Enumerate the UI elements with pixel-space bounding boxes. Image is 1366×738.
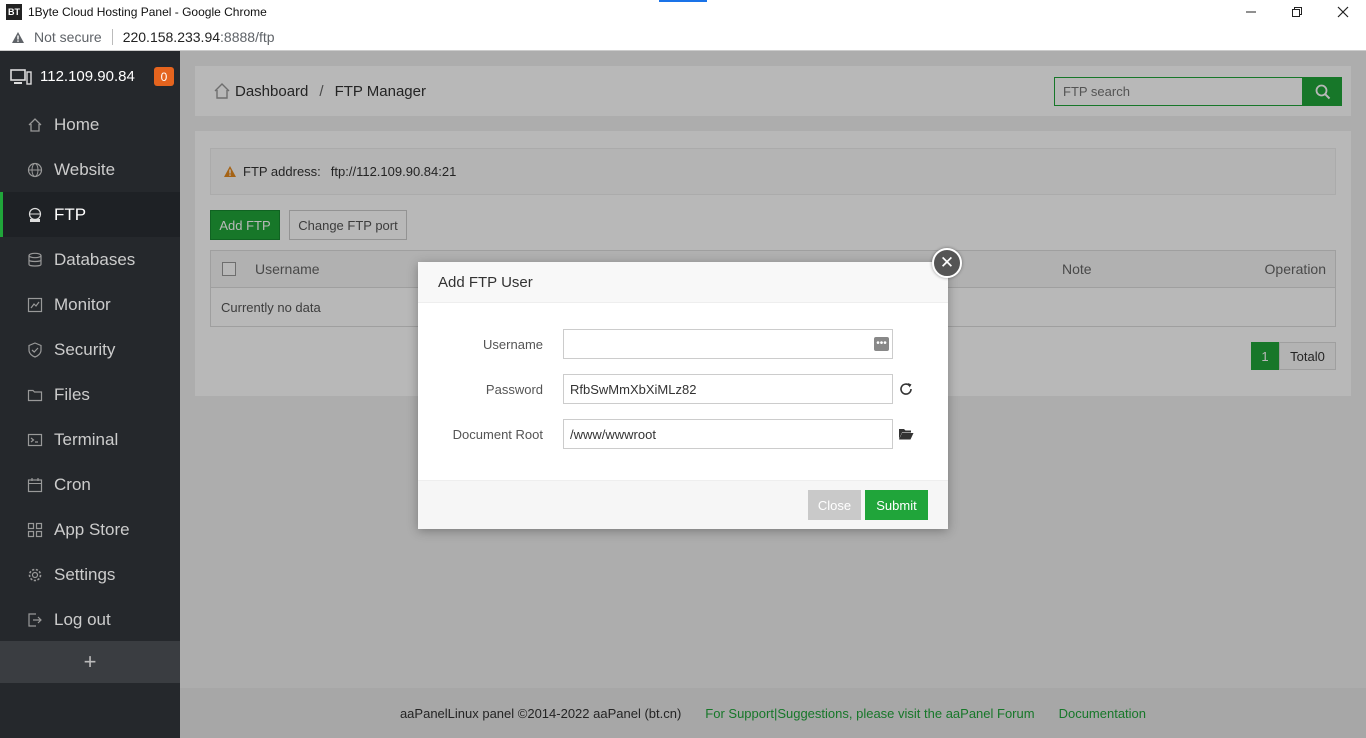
- globe-icon: [27, 162, 43, 178]
- password-input[interactable]: [563, 374, 893, 404]
- terminal-icon: [27, 432, 43, 448]
- submit-button[interactable]: Submit: [865, 490, 928, 520]
- sidebar-item-cron[interactable]: Cron: [0, 462, 180, 507]
- server-icon: [10, 68, 32, 86]
- sidebar-item-website[interactable]: Website: [0, 147, 180, 192]
- url-path[interactable]: :8888/ftp: [220, 29, 275, 45]
- sidebar-item-label: Settings: [54, 564, 116, 584]
- sidebar-item-label: Security: [54, 339, 116, 359]
- sidebar-item-security[interactable]: Security: [0, 327, 180, 372]
- window-controls: [1228, 0, 1366, 24]
- close-icon[interactable]: [1320, 0, 1366, 24]
- warning-icon[interactable]: [10, 29, 26, 45]
- sidebar-item-label: Files: [54, 384, 90, 404]
- sidebar-item-label: Cron: [54, 474, 91, 494]
- gear-icon: [27, 567, 43, 583]
- sidebar-item-logout[interactable]: Log out: [0, 597, 180, 642]
- username-input[interactable]: [563, 329, 893, 359]
- server-header: 112.109.90.84: [0, 51, 180, 102]
- url-host[interactable]: 220.158.233.94: [123, 29, 220, 45]
- server-ip: 112.109.90.84: [40, 68, 135, 85]
- dialog-title: Add FTP User: [418, 262, 948, 303]
- sidebar-item-home[interactable]: Home: [0, 102, 180, 147]
- password-row: Password: [418, 374, 948, 404]
- app-logo: BT: [6, 4, 22, 20]
- sidebar-item-databases[interactable]: Databases: [0, 237, 180, 282]
- folder-icon: [27, 387, 43, 403]
- calendar-icon: [27, 477, 43, 493]
- sidebar-item-settings[interactable]: Settings: [0, 552, 180, 597]
- document-root-row: Document Root: [418, 419, 948, 449]
- sidebar-item-label: Terminal: [54, 429, 119, 449]
- sidebar-item-label: App Store: [54, 519, 130, 539]
- sidebar-item-label: Monitor: [54, 294, 111, 314]
- refresh-icon[interactable]: [898, 381, 914, 397]
- home-icon: [27, 117, 43, 133]
- notification-badge[interactable]: 0: [154, 67, 174, 86]
- username-label: Username: [483, 336, 543, 352]
- sidebar-item-label: Home: [54, 114, 100, 134]
- sidebar-item-label: Databases: [54, 249, 136, 269]
- sidebar-item-terminal[interactable]: Terminal: [0, 417, 180, 462]
- address-divider: [111, 29, 113, 45]
- tab-indicator: [659, 0, 707, 2]
- sidebar-item-ftp[interactable]: FTP: [0, 192, 180, 237]
- dialog-close-icon[interactable]: ✕: [932, 248, 962, 278]
- address-bar[interactable]: Not secure 220.158.233.94:8888/ftp: [0, 24, 1366, 51]
- folder-open-icon[interactable]: [898, 426, 914, 442]
- add-ftp-user-dialog: Add FTP User ✕ Username ••• Password Doc…: [418, 248, 962, 529]
- sidebar-item-label: Log out: [54, 609, 111, 629]
- document-root-input[interactable]: [563, 419, 893, 449]
- close-button[interactable]: Close: [808, 490, 861, 520]
- sidebar-item-label: FTP: [54, 204, 87, 224]
- logout-icon: [27, 612, 43, 628]
- password-label: Password: [485, 381, 543, 397]
- document-root-label: Document Root: [452, 426, 543, 442]
- window-title: 1Byte Cloud Hosting Panel - Google Chrom…: [28, 5, 267, 19]
- database-icon: [27, 252, 43, 268]
- add-shortcut-button[interactable]: +: [0, 641, 180, 683]
- username-row: Username •••: [418, 329, 948, 359]
- monitor-icon: [27, 297, 43, 313]
- grid-icon: [27, 522, 43, 538]
- shield-icon: [27, 341, 43, 358]
- minimize-icon[interactable]: [1228, 0, 1274, 24]
- sidebar-item-app-store[interactable]: App Store: [0, 507, 180, 552]
- ftp-icon: [27, 207, 43, 223]
- security-label[interactable]: Not secure: [34, 29, 102, 45]
- sidebar-item-monitor[interactable]: Monitor: [0, 282, 180, 327]
- restore-icon[interactable]: [1274, 0, 1320, 24]
- sidebar-item-label: Website: [54, 159, 116, 179]
- sidebar-item-files[interactable]: Files: [0, 372, 180, 417]
- sidebar: 112.109.90.84 0 Home Website FTP Databas…: [0, 51, 180, 738]
- dialog-footer: Close Submit: [418, 480, 948, 529]
- browser-titlebar: BT 1Byte Cloud Hosting Panel - Google Ch…: [0, 0, 1366, 24]
- more-dots-icon[interactable]: •••: [874, 337, 889, 351]
